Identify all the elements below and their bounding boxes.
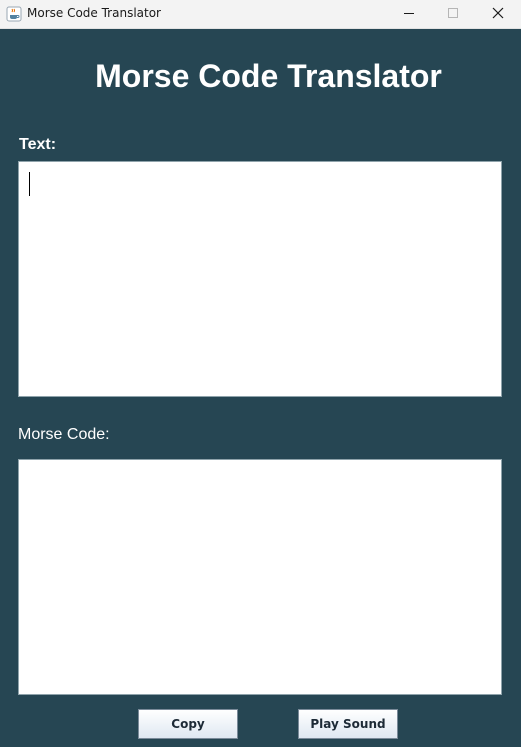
java-cup-icon <box>6 6 22 22</box>
title-bar[interactable]: Morse Code Translator <box>0 0 521 29</box>
close-button[interactable] <box>475 0 521 28</box>
window-title: Morse Code Translator <box>27 6 161 20</box>
morse-code-label: Morse Code: <box>18 426 110 443</box>
close-icon <box>492 7 504 19</box>
minimize-button[interactable] <box>385 0 431 28</box>
copy-button[interactable]: Copy <box>138 709 238 739</box>
morse-code-output-area[interactable] <box>18 459 502 695</box>
page-title: Morse Code Translator <box>95 58 442 94</box>
minimize-icon <box>404 13 414 14</box>
text-caret <box>29 172 30 196</box>
text-label: Text: <box>19 136 57 153</box>
play-sound-button[interactable]: Play Sound <box>298 709 398 739</box>
app-window: Morse Code Translator Morse Code Transla… <box>0 0 521 747</box>
maximize-button[interactable] <box>430 0 476 28</box>
text-input-area[interactable] <box>18 161 502 397</box>
maximize-icon <box>448 8 458 18</box>
